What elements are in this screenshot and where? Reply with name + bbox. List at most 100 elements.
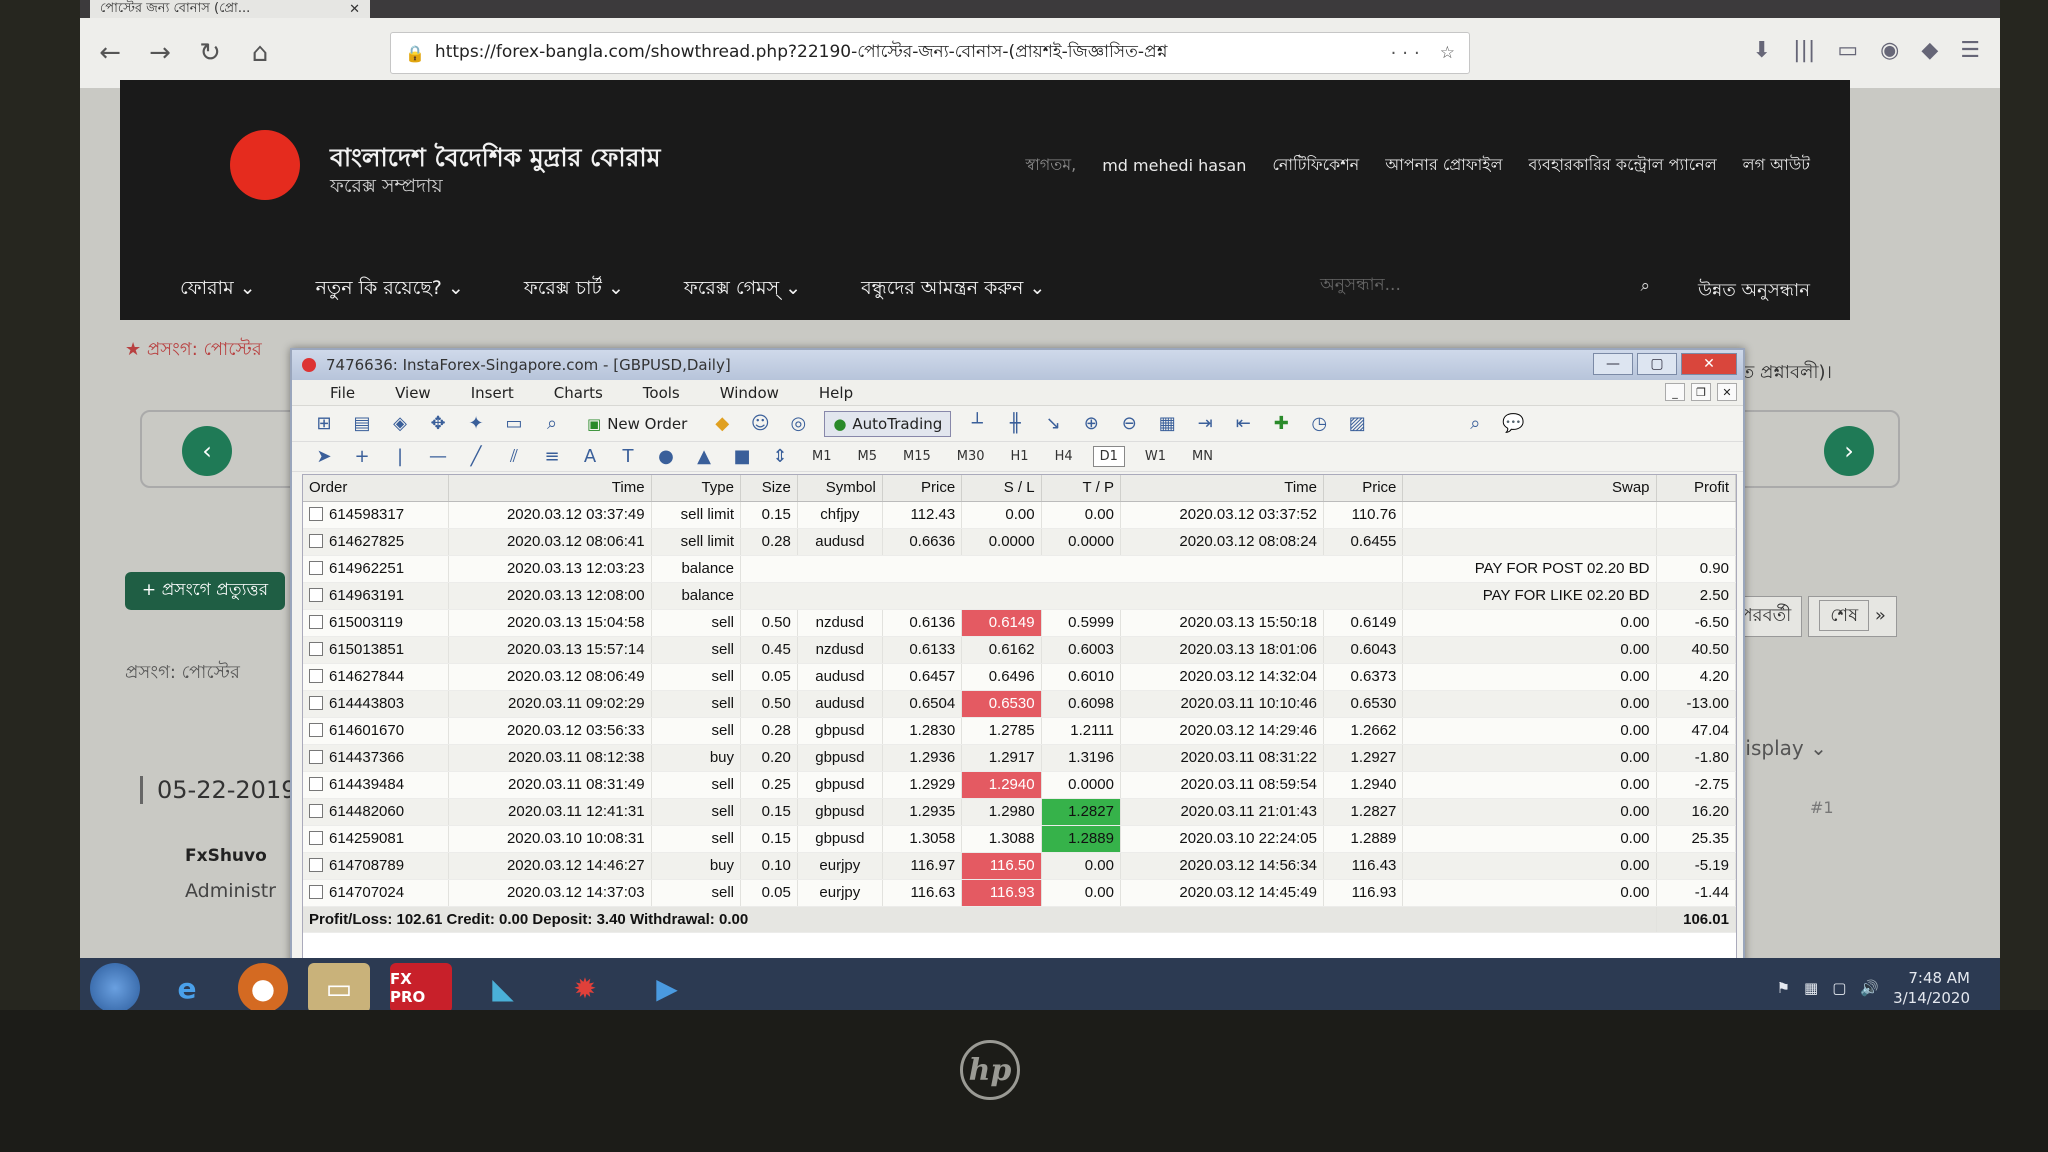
thread-breadcrumb[interactable]: ★ প্রসংগ: পোস্টের: [125, 335, 262, 366]
prev-thread-button[interactable]: ‹: [182, 426, 232, 476]
table-row[interactable]: 614708789 2020.03.12 14:46:27 buy 0.10 eurjp…: [303, 852, 1736, 880]
bar-chart-icon[interactable]: ┴: [965, 412, 989, 436]
close-tab-icon[interactable]: ✕: [349, 2, 360, 17]
media-player-icon[interactable]: ▶: [636, 963, 698, 1010]
start-button[interactable]: [90, 963, 140, 1010]
table-row[interactable]: 614601670 2020.03.12 03:56:33 sell 0.28 gbpu…: [303, 717, 1736, 745]
menu-tools[interactable]: Tools: [643, 384, 680, 402]
trendline-icon[interactable]: ╱: [464, 445, 488, 469]
text-icon[interactable]: A: [578, 445, 602, 469]
table-row[interactable]: 614962251 2020.03.13 12:03:23 balance PAY F…: [303, 555, 1736, 583]
text-label-icon[interactable]: T: [616, 445, 640, 469]
autoscroll-icon[interactable]: ⇥: [1193, 412, 1217, 436]
menu-insert[interactable]: Insert: [471, 384, 514, 402]
action-center-icon[interactable]: ▢: [1832, 979, 1846, 997]
horizontal-line-icon[interactable]: —: [426, 445, 450, 469]
home-icon[interactable]: ⌂: [240, 33, 280, 73]
settings-gear-icon[interactable]: ✹: [554, 963, 616, 1010]
search-icon[interactable]: ⌕: [1463, 412, 1487, 436]
notifications-link[interactable]: নোটিফিকেশন: [1272, 152, 1359, 179]
ellipse-icon[interactable]: ●: [654, 445, 678, 469]
internet-explorer-icon[interactable]: e: [156, 963, 218, 1010]
table-row[interactable]: 614259081 2020.03.10 10:08:31 sell 0.15 gbpu…: [303, 825, 1736, 853]
market-icon[interactable]: ◎: [786, 412, 810, 436]
menu-window[interactable]: Window: [720, 384, 779, 402]
rectangle-icon[interactable]: ■: [730, 445, 754, 469]
menu-help[interactable]: Help: [819, 384, 853, 402]
mdi-minimize-icon[interactable]: _: [1665, 383, 1685, 401]
table-row[interactable]: 615003119 2020.03.13 15:04:58 sell 0.50 nzdu…: [303, 609, 1736, 637]
column-header[interactable]: Swap: [1402, 475, 1657, 502]
menu-charts[interactable]: Charts: [554, 384, 603, 402]
menu-file[interactable]: File: [330, 384, 355, 402]
timeframe-d1[interactable]: D1: [1092, 446, 1125, 467]
timeframe-mn[interactable]: MN: [1186, 447, 1219, 466]
reply-to-thread-button[interactable]: + প্রসংগে প্রত্যুত্তর: [125, 572, 285, 610]
account-icon[interactable]: ◉: [1880, 38, 1899, 63]
nav-whats-new[interactable]: নতুন কি রয়েছে? ⌄: [316, 274, 464, 306]
next-thread-button[interactable]: ›: [1824, 426, 1874, 476]
triangle-icon[interactable]: ▲: [692, 445, 716, 469]
market-watch-icon[interactable]: ◈: [388, 412, 412, 436]
network-icon[interactable]: ▦: [1804, 979, 1818, 997]
firefox-icon[interactable]: ●: [238, 963, 288, 1010]
logout-link[interactable]: লগ আউট: [1743, 152, 1810, 179]
mt4-titlebar[interactable]: 7476636: InstaForex-Singapore.com - [GBP…: [292, 350, 1743, 380]
nav-forum[interactable]: ফোরাম ⌄: [180, 274, 256, 306]
timeframe-m30[interactable]: M30: [951, 447, 991, 466]
bookmark-star-icon[interactable]: ☆: [1440, 43, 1455, 63]
new-order-button[interactable]: ▣ New Order: [578, 411, 696, 437]
column-header[interactable]: Symbol: [797, 475, 883, 502]
tile-windows-icon[interactable]: ▦: [1155, 412, 1179, 436]
sidebar-icon[interactable]: ▭: [1837, 38, 1858, 63]
table-row[interactable]: 614443803 2020.03.11 09:02:29 sell 0.50 audu…: [303, 690, 1736, 718]
crosshair-icon[interactable]: +: [350, 445, 374, 469]
volume-icon[interactable]: 🔊: [1860, 979, 1879, 997]
reload-icon[interactable]: ↻: [190, 33, 230, 73]
strategy-tester-icon[interactable]: ⌕: [540, 412, 564, 436]
extension-icon[interactable]: ◆: [1921, 38, 1938, 63]
menu-view[interactable]: View: [395, 384, 431, 402]
column-header[interactable]: Order: [303, 475, 449, 502]
nav-forex-games[interactable]: ফরেক্স গেমস্ ⌄: [684, 274, 801, 306]
chat-icon[interactable]: 💬: [1501, 412, 1525, 436]
table-row[interactable]: 614963191 2020.03.13 12:08:00 balance PAY F…: [303, 582, 1736, 610]
table-row[interactable]: 614707024 2020.03.12 14:37:03 sell 0.05 eurj…: [303, 879, 1736, 907]
profile-link[interactable]: আপনার প্রোফাইল: [1385, 152, 1502, 179]
channel-icon[interactable]: ⫽: [502, 445, 526, 469]
column-header[interactable]: Type: [651, 475, 742, 502]
table-row[interactable]: 614482060 2020.03.11 12:41:31 sell 0.15 gbpu…: [303, 798, 1736, 826]
nav-invite-friends[interactable]: বন্ধুদের আমন্ত্রন করুন ⌄: [861, 274, 1045, 306]
zoom-out-icon[interactable]: ⊖: [1117, 412, 1141, 436]
timeframe-m5[interactable]: M5: [852, 447, 884, 466]
vertical-line-icon[interactable]: |: [388, 445, 412, 469]
username-link[interactable]: md mehedi hasan: [1102, 156, 1246, 175]
timeframe-m15[interactable]: M15: [897, 447, 937, 466]
zoom-in-icon[interactable]: ⊕: [1079, 412, 1103, 436]
terminal-icon[interactable]: ▭: [502, 412, 526, 436]
indicators-icon[interactable]: ✚: [1269, 412, 1293, 436]
table-row[interactable]: 614627844 2020.03.12 08:06:49 sell 0.05 audu…: [303, 663, 1736, 691]
column-header[interactable]: S / L: [961, 475, 1042, 502]
url-bar[interactable]: 🔒 https://forex-bangla.com/showthread.ph…: [390, 32, 1470, 74]
timeframe-m1[interactable]: M1: [806, 447, 838, 466]
column-header[interactable]: Price: [882, 475, 963, 502]
close-icon[interactable]: ✕: [1681, 353, 1737, 375]
library-icon[interactable]: |||: [1793, 38, 1815, 63]
browser-tab[interactable]: পোস্টের জন্য বোনাস (প্রো... ✕: [90, 0, 370, 18]
arrows-icon[interactable]: ⇕: [768, 445, 792, 469]
candlestick-icon[interactable]: ╫: [1003, 412, 1027, 436]
column-header[interactable]: Size: [740, 475, 798, 502]
table-row[interactable]: 614598317 2020.03.12 03:37:49 sell limit 0.…: [303, 501, 1736, 529]
navigator-icon[interactable]: ✦: [464, 412, 488, 436]
maximize-icon[interactable]: ▢: [1637, 353, 1677, 375]
file-explorer-icon[interactable]: ▭: [308, 963, 370, 1010]
column-header[interactable]: Price: [1323, 475, 1404, 502]
last-page-link[interactable]: শেষ »: [1808, 596, 1897, 637]
post-number[interactable]: #1: [1810, 798, 1834, 817]
clock[interactable]: 7:48 AM 3/14/2020: [1893, 968, 1970, 1008]
timeframe-h1[interactable]: H1: [1005, 447, 1035, 466]
forum-search-input[interactable]: অনুসন্ধান... ⌕: [1310, 266, 1660, 306]
mdi-close-icon[interactable]: ✕: [1717, 383, 1737, 401]
metatrader-icon[interactable]: ◣: [472, 963, 534, 1010]
